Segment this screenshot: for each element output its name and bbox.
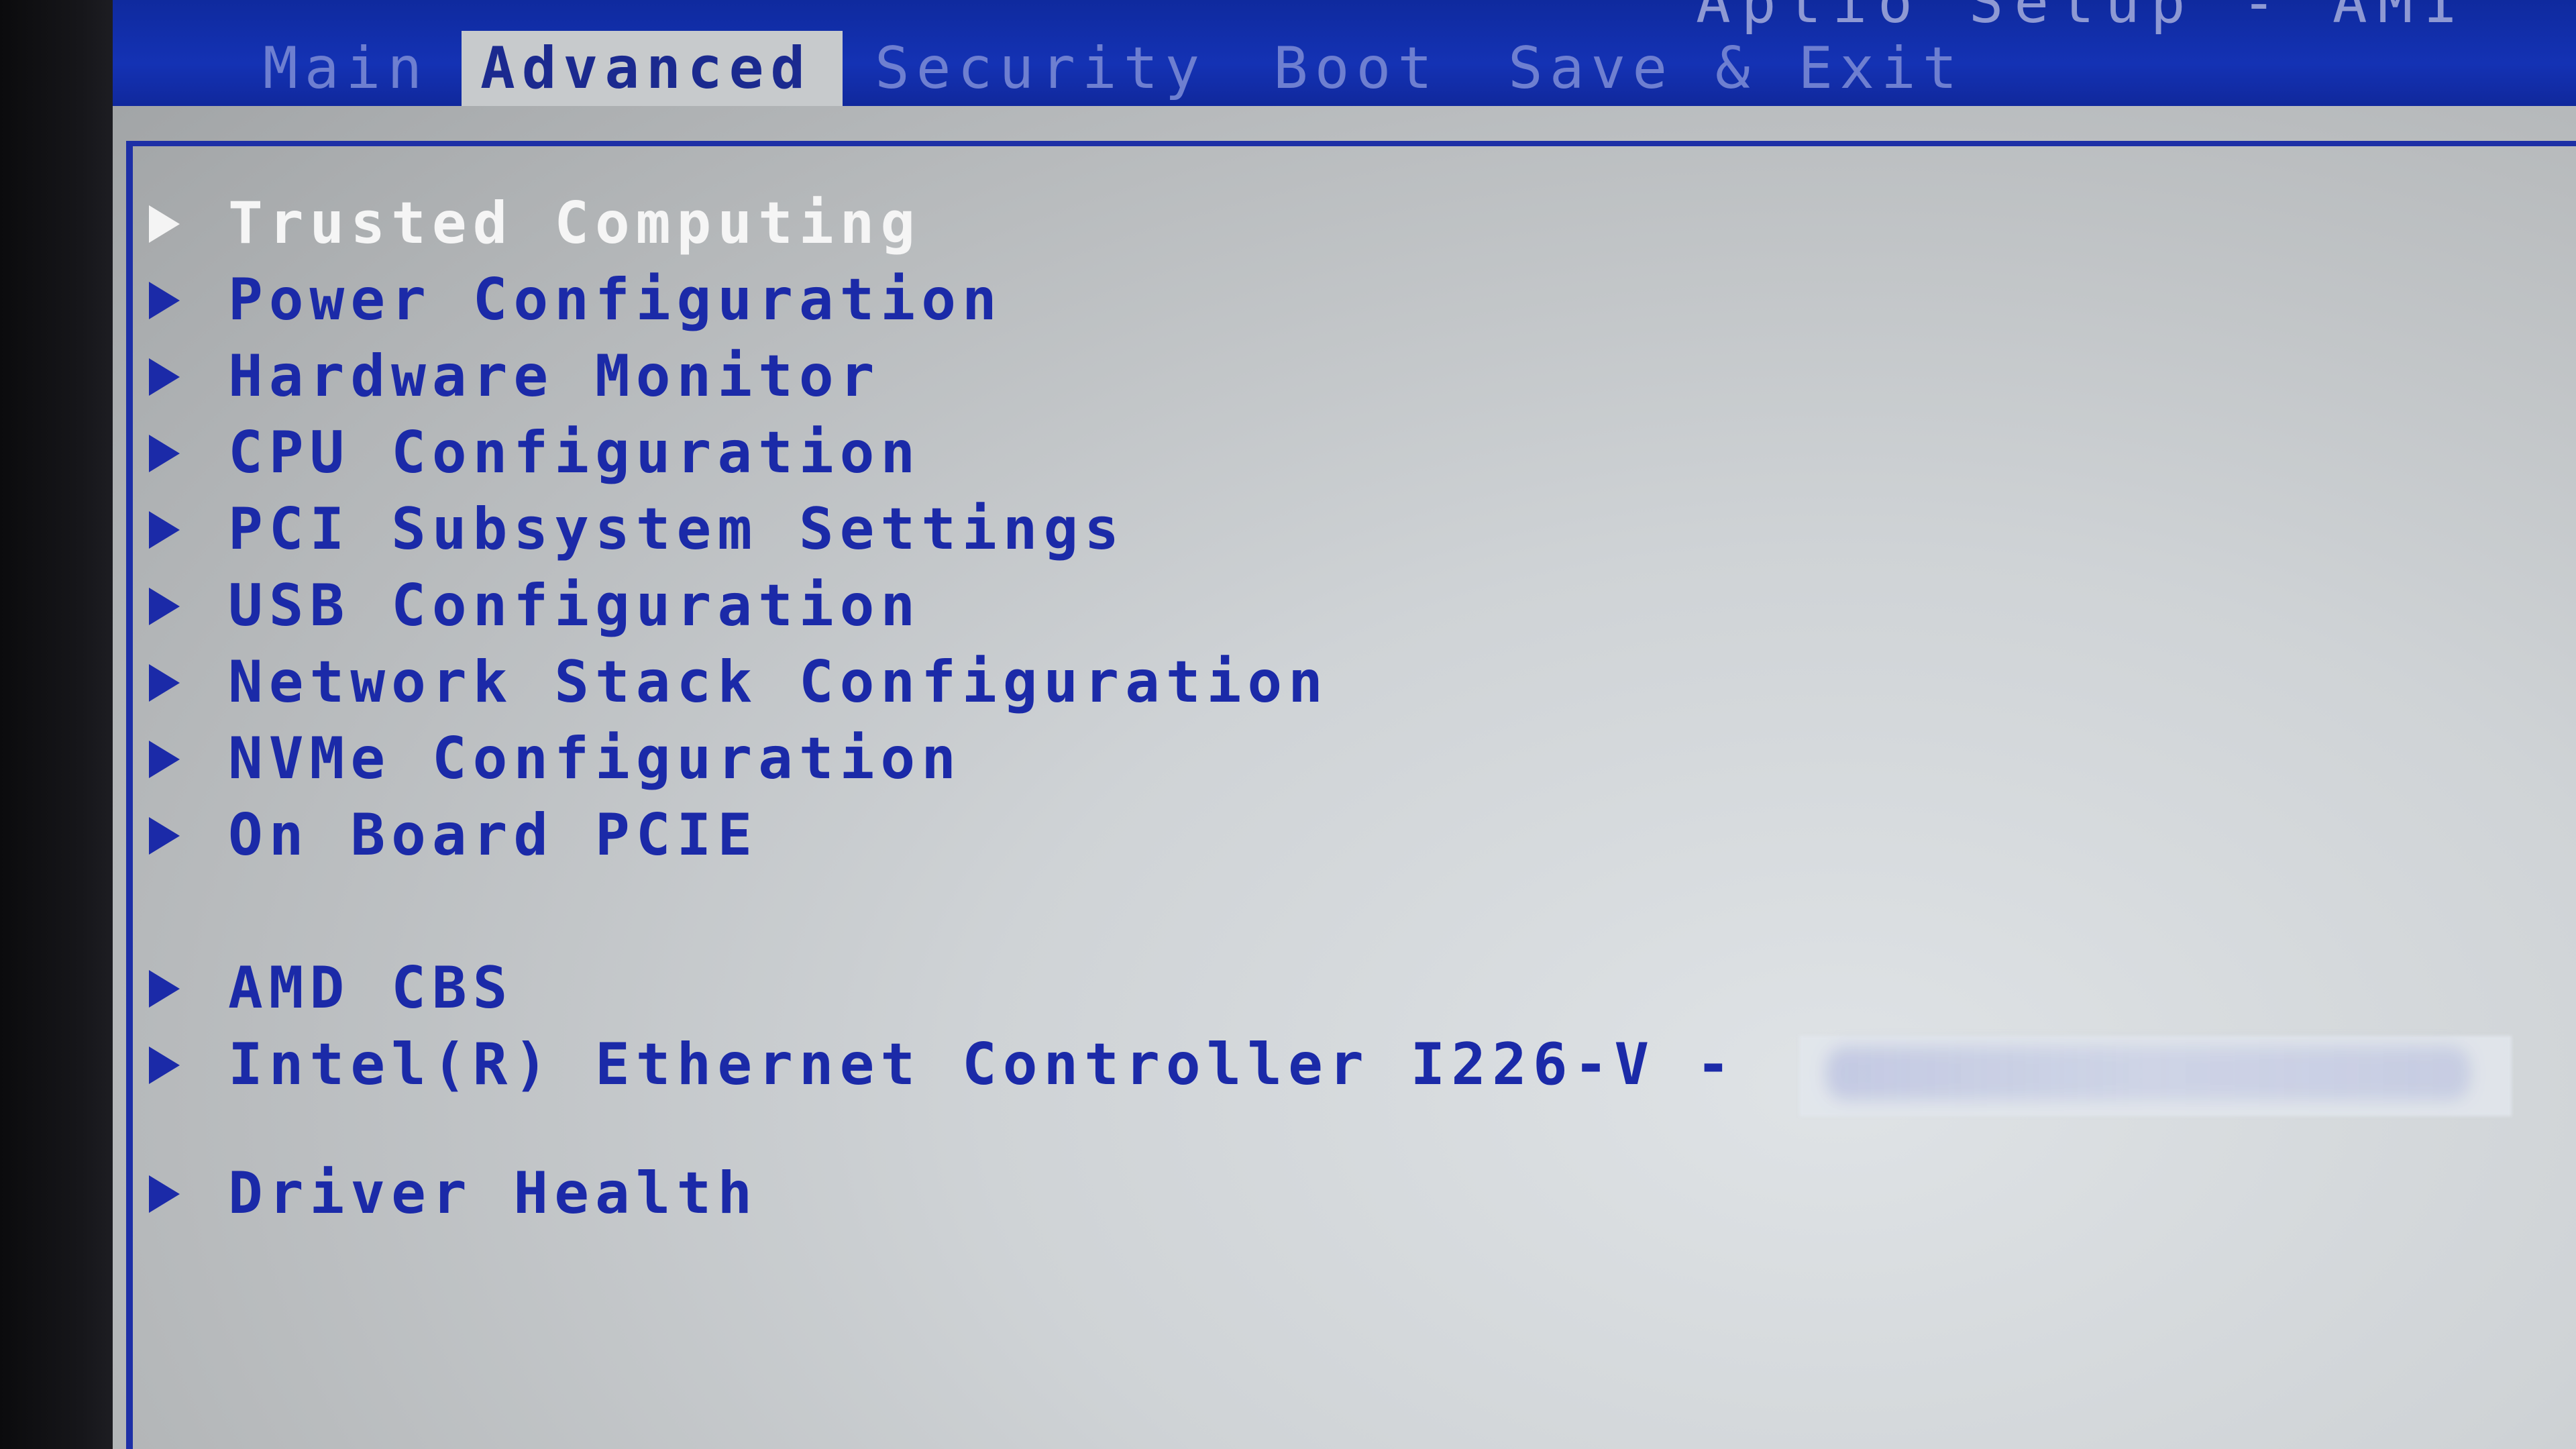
menu-item-amd-cbs[interactable]: AMD CBS [149, 950, 2430, 1026]
submenu-arrow-icon [149, 282, 180, 319]
submenu-arrow-icon [149, 741, 180, 778]
menu-item-label: USB Configuration [228, 572, 922, 639]
tab-bar: Main Advanced Security Boot Save & Exit [113, 0, 2576, 106]
menu-item-label: PCI Subsystem Settings [228, 496, 1126, 563]
menu-item-cpu-configuration[interactable]: CPU Configuration [149, 415, 2430, 491]
menu-item-label: Intel(R) Ethernet Controller I226-V - [228, 1031, 1737, 1098]
menu-item-usb-configuration[interactable]: USB Configuration [149, 568, 2430, 644]
tab-main[interactable]: Main [244, 31, 447, 106]
header-bar: Aptio Setup - AMI Main Advanced Security… [113, 0, 2576, 106]
menu-item-label: AMD CBS [228, 955, 514, 1022]
menu-item-hardware-monitor[interactable]: Hardware Monitor [149, 338, 2430, 415]
bios-setup-window: Aptio Setup - AMI Main Advanced Security… [113, 0, 2576, 1449]
monitor-screen: Aptio Setup - AMI Main Advanced Security… [0, 0, 2576, 1449]
menu-item-driver-health[interactable]: Driver Health [149, 1155, 2430, 1232]
menu-item-label: CPU Configuration [228, 419, 922, 486]
submenu-arrow-icon [149, 205, 180, 243]
submenu-arrow-icon [149, 1046, 180, 1084]
submenu-arrow-icon [149, 970, 180, 1008]
menu-item-label: Hardware Monitor [228, 343, 881, 410]
menu-item-label: NVMe Configuration [228, 725, 962, 792]
menu-item-label: Network Stack Configuration [228, 649, 1329, 716]
tab-advanced[interactable]: Advanced [462, 31, 843, 106]
tab-security[interactable]: Security [856, 31, 1225, 106]
blurred-text [1826, 1046, 2470, 1100]
menu-item-power-configuration[interactable]: Power Configuration [149, 262, 2430, 338]
menu-item-nvme-configuration[interactable]: NVMe Configuration [149, 720, 2430, 797]
submenu-arrow-icon [149, 588, 180, 625]
submenu-arrow-icon [149, 358, 180, 396]
menu-item-trusted-computing[interactable]: Trusted Computing [149, 185, 2430, 262]
menu-item-on-board-pcie[interactable]: On Board PCIE [149, 797, 2430, 873]
submenu-arrow-icon [149, 435, 180, 472]
submenu-arrow-icon [149, 511, 180, 549]
menu-item-label: On Board PCIE [228, 802, 759, 869]
redacted-mac-address [1799, 1036, 2512, 1116]
tab-boot[interactable]: Boot [1254, 31, 1458, 106]
menu-item-label: Driver Health [228, 1160, 759, 1227]
submenu-arrow-icon [149, 664, 180, 702]
submenu-arrow-icon [149, 817, 180, 855]
menu-item-pci-subsystem-settings[interactable]: PCI Subsystem Settings [149, 491, 2430, 568]
menu-item-label: Power Configuration [228, 266, 1003, 333]
menu-item-label: Trusted Computing [228, 190, 922, 257]
tab-save-exit[interactable]: Save & Exit [1489, 31, 1983, 106]
menu-item-network-stack-configuration[interactable]: Network Stack Configuration [149, 644, 2430, 720]
submenu-arrow-icon [149, 1175, 180, 1213]
